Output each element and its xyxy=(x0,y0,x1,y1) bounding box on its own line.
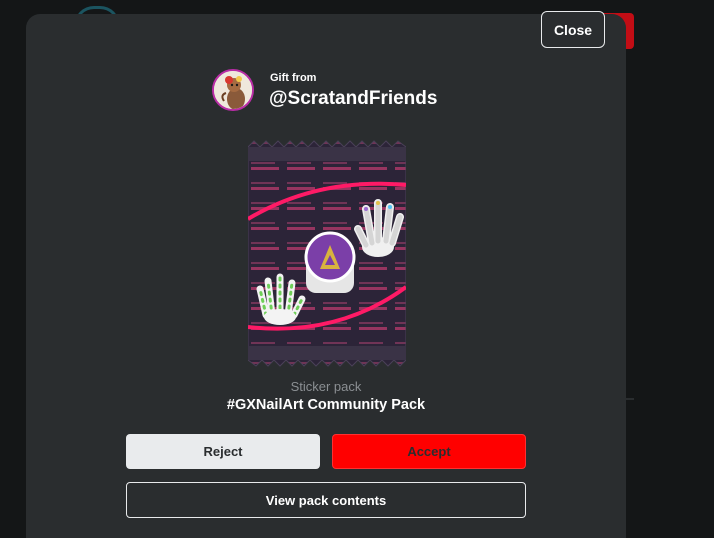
accept-button[interactable]: Accept xyxy=(332,434,526,469)
pack-name: #GXNailArt Community Pack xyxy=(226,397,426,413)
gift-from-label: Gift from xyxy=(270,72,317,84)
sticker-pack-image xyxy=(248,140,406,367)
gift-modal: Close Gift from @ScratandFriends Sticker… xyxy=(26,11,626,538)
sender-handle[interactable]: @ScratandFriends xyxy=(269,88,437,110)
reject-button[interactable]: Reject xyxy=(126,434,320,469)
pack-type-label: Sticker pack xyxy=(290,379,362,394)
background-divider xyxy=(626,398,634,400)
close-button[interactable]: Close xyxy=(541,11,605,48)
sender-avatar[interactable] xyxy=(212,69,254,111)
avatar-image-icon xyxy=(214,71,252,109)
view-pack-contents-button[interactable]: View pack contents xyxy=(126,482,526,518)
